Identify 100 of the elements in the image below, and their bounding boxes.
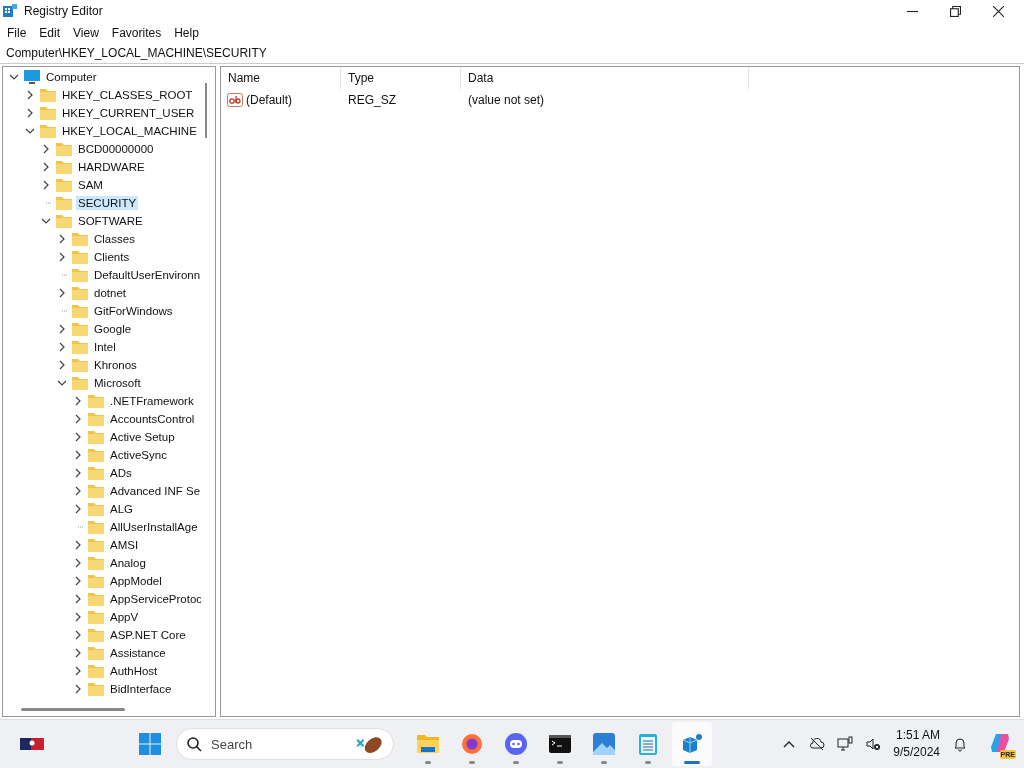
expand-chevron-icon[interactable] [73, 468, 83, 478]
collapse-chevron-icon[interactable] [41, 216, 51, 226]
expand-chevron-icon[interactable] [73, 612, 83, 622]
menu-item[interactable]: Help [167, 23, 205, 42]
tree-item[interactable]: dotnet [92, 286, 128, 300]
expand-chevron-icon[interactable] [73, 630, 83, 640]
expand-chevron-icon[interactable] [73, 396, 83, 406]
sports-logo-icon[interactable] [20, 738, 44, 750]
tree-item[interactable]: AllUserInstallAge [108, 520, 200, 534]
cloud-off-icon[interactable] [809, 736, 826, 752]
expand-chevron-icon[interactable] [25, 90, 35, 100]
collapse-chevron-icon[interactable] [57, 378, 67, 388]
tree-item[interactable]: ASP.NET Core [108, 628, 188, 642]
tree-item[interactable]: ALG [108, 502, 135, 516]
tree-item[interactable]: .NETFramework [108, 394, 196, 408]
terminal-icon[interactable] [548, 732, 572, 756]
tree-item[interactable]: Intel [92, 340, 118, 354]
tree-item[interactable]: Assistance [108, 646, 168, 660]
tree-item[interactable]: Active Setup [108, 430, 177, 444]
menu-item[interactable]: Favorites [104, 23, 168, 42]
tree-item[interactable]: HKEY_CURRENT_USER [60, 106, 197, 120]
menu-item[interactable]: File [0, 23, 33, 42]
tree-item[interactable]: ADs [108, 466, 134, 480]
expand-chevron-icon[interactable] [57, 324, 67, 334]
tree-item[interactable]: BidInterface [108, 682, 174, 696]
tree-item[interactable]: HKEY_LOCAL_MACHINE [60, 124, 199, 138]
tree-item[interactable]: GitForWindows [92, 304, 175, 318]
collapse-chevron-icon[interactable] [25, 126, 35, 136]
tree-item[interactable]: HARDWARE [76, 160, 147, 174]
column-header[interactable]: Type [341, 67, 461, 89]
tree-item[interactable]: Computer [44, 70, 99, 84]
clock-date[interactable]: 9/5/2024 [893, 744, 940, 761]
search-field[interactable]: Search [176, 728, 394, 760]
expand-chevron-icon[interactable] [73, 486, 83, 496]
expand-chevron-icon[interactable] [73, 576, 83, 586]
expand-chevron-icon[interactable] [57, 360, 67, 370]
tree-item[interactable]: AccountsControl [108, 412, 197, 426]
expand-chevron-icon[interactable] [73, 684, 83, 694]
folder-icon [88, 610, 104, 624]
close-icon[interactable] [993, 5, 1004, 17]
collapse-chevron-icon[interactable] [9, 72, 19, 82]
tree-item[interactable]: Advanced INF Se [108, 484, 201, 498]
folder-icon [56, 214, 72, 228]
tree-item[interactable]: Khronos [92, 358, 139, 372]
tree-item[interactable]: ActiveSync [108, 448, 169, 462]
registry-icon[interactable] [680, 732, 704, 756]
expand-chevron-icon[interactable] [73, 594, 83, 604]
tree-item[interactable]: Analog [108, 556, 148, 570]
speaker-muted-icon[interactable] [865, 736, 882, 752]
scrollbar-thumb[interactable] [21, 708, 125, 711]
expand-chevron-icon[interactable] [73, 666, 83, 676]
expand-chevron-icon[interactable] [73, 432, 83, 442]
tree-item[interactable]: Microsoft [92, 376, 143, 390]
clock-time[interactable]: 1:51 AM [895, 727, 940, 744]
expand-chevron-icon[interactable] [25, 108, 35, 118]
folder-icon [72, 286, 88, 300]
tree-item[interactable]: AuthHost [108, 664, 160, 678]
expand-chevron-icon[interactable] [73, 558, 83, 568]
search-icon [186, 736, 202, 752]
expand-chevron-icon[interactable] [57, 252, 67, 262]
value-name[interactable]: (Default) [246, 93, 292, 107]
expand-chevron-icon[interactable] [57, 342, 67, 352]
tree-item[interactable]: SECURITY [76, 196, 139, 210]
start-icon[interactable] [138, 732, 162, 756]
menu-item[interactable]: Edit [32, 23, 67, 42]
expand-chevron-icon[interactable] [41, 180, 51, 190]
scrollbar-thumb[interactable] [205, 83, 207, 138]
tree-item[interactable]: SAM [76, 178, 105, 192]
expand-chevron-icon[interactable] [73, 414, 83, 424]
tree-item[interactable]: BCD00000000 [76, 142, 156, 156]
column-header[interactable]: Name [221, 67, 341, 89]
tree-item[interactable]: AppV [108, 610, 141, 624]
browser-icon[interactable] [460, 732, 484, 756]
expand-chevron-icon[interactable] [73, 648, 83, 658]
expand-chevron-icon[interactable] [73, 504, 83, 514]
network-icon[interactable] [837, 736, 854, 752]
folder-icon [72, 358, 88, 372]
tree-item[interactable]: HKEY_CLASSES_ROOT [60, 88, 195, 102]
tree-item[interactable]: Google [92, 322, 134, 336]
menu-item[interactable]: View [66, 23, 105, 42]
expand-chevron-icon[interactable] [73, 450, 83, 460]
folder-icon[interactable] [416, 732, 440, 756]
tree-item[interactable]: AMSI [108, 538, 141, 552]
expand-chevron-icon[interactable] [41, 144, 51, 154]
tree-item[interactable]: Classes [92, 232, 137, 246]
address-bar[interactable]: Computer\HKEY_LOCAL_MACHINE\SECURITY [0, 43, 1024, 64]
tree-item[interactable]: DefaultUserEnvironn [92, 268, 201, 282]
expand-chevron-icon[interactable] [57, 288, 67, 298]
tree-item[interactable]: AppModel [108, 574, 164, 588]
tree-item[interactable]: AppServiceProtoc [108, 592, 201, 606]
photos-icon[interactable] [592, 732, 616, 756]
expand-chevron-icon[interactable] [41, 162, 51, 172]
expand-chevron-icon[interactable] [73, 540, 83, 550]
restore-icon[interactable] [950, 5, 961, 17]
chat-app-icon[interactable] [504, 732, 528, 756]
tree-item[interactable]: SOFTWARE [76, 214, 145, 228]
tree-item[interactable]: Clients [92, 250, 132, 264]
expand-chevron-icon[interactable] [57, 234, 67, 244]
column-header[interactable]: Data [461, 67, 749, 89]
bell-icon[interactable] [952, 736, 968, 752]
